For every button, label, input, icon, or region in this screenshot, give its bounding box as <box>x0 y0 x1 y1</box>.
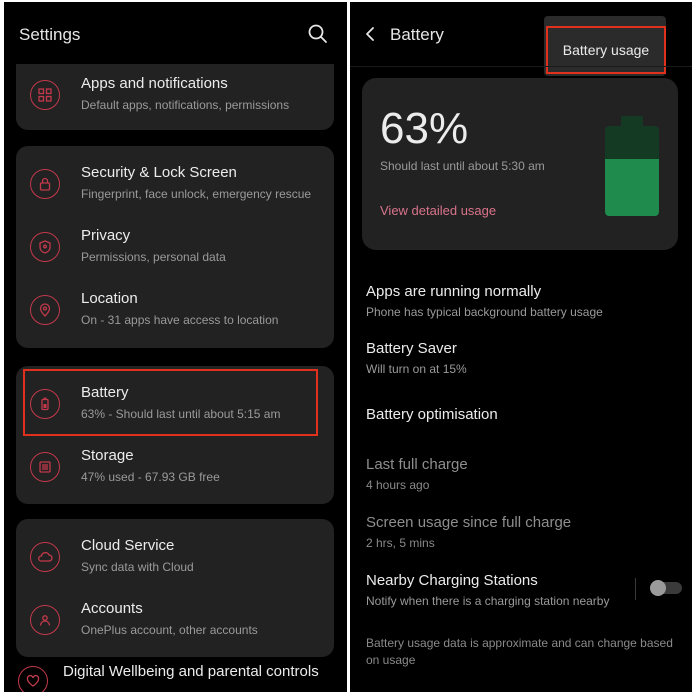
settings-item-privacy[interactable]: Privacy Permissions, personal data <box>16 218 334 280</box>
settings-item-storage[interactable]: Storage 47% used - 67.93 GB free <box>16 438 334 500</box>
item-subtitle: 2 hrs, 5 mins <box>366 536 435 550</box>
settings-panel: Settings Apps and notifications Default … <box>4 2 347 692</box>
item-label: Nearby Charging Stations <box>366 572 538 589</box>
battery-body <box>605 126 659 216</box>
settings-item-apps[interactable]: Apps and notifications Default apps, not… <box>16 66 334 128</box>
item-label: Accounts <box>81 600 143 617</box>
battery-saver-item[interactable]: Battery Saver Will turn on at 15% <box>366 340 467 376</box>
nearby-charging-toggle[interactable] <box>650 580 682 596</box>
divider <box>350 66 692 67</box>
battery-status-card: 63% Should last until about 5:30 am View… <box>362 78 678 250</box>
item-subtitle: OnePlus account, other accounts <box>81 623 258 637</box>
battery-optimisation-item[interactable]: Battery optimisation <box>366 406 498 423</box>
wellbeing-icon <box>18 666 48 692</box>
item-subtitle: Notify when there is a charging station … <box>366 594 610 608</box>
account-icon <box>30 605 60 635</box>
cloud-icon <box>30 542 60 572</box>
item-subtitle: Default apps, notifications, permissions <box>81 98 290 112</box>
battery-estimate: Should last until about 5:30 am <box>380 159 545 173</box>
item-label: Battery Saver <box>366 340 457 357</box>
settings-card: Security & Lock Screen Fingerprint, face… <box>16 146 334 348</box>
nearby-charging-item[interactable]: Nearby Charging Stations Notify when the… <box>366 572 609 608</box>
storage-icon <box>30 452 60 482</box>
battery-graphic <box>605 116 659 216</box>
item-subtitle: On - 31 apps have access to location <box>81 313 279 327</box>
last-full-charge-item: Last full charge 4 hours ago <box>366 456 468 492</box>
battery-highlight-box <box>23 369 318 436</box>
page-title: Battery <box>390 25 444 44</box>
item-label: Screen usage since full charge <box>366 514 572 531</box>
settings-item-wellbeing[interactable]: Digital Wellbeing and parental controls <box>63 663 319 680</box>
battery-cap <box>621 116 643 126</box>
apps-running-item[interactable]: Apps are running normally Phone has typi… <box>366 283 603 319</box>
toggle-divider <box>635 578 636 600</box>
footer-note: Battery usage data is approximate and ca… <box>366 636 673 667</box>
menu-item-label: Battery usage <box>562 42 650 58</box>
search-icon[interactable] <box>308 24 328 49</box>
settings-item-accounts[interactable]: Accounts OnePlus account, other accounts <box>16 591 334 653</box>
screen-usage-item: Screen usage since full charge 2 hrs, 5 … <box>366 514 571 550</box>
page-title: Settings <box>19 25 81 44</box>
battery-percentage: 63% <box>380 104 469 153</box>
item-subtitle: Sync data with Cloud <box>81 560 194 574</box>
item-subtitle: Fingerprint, face unlock, emergency resc… <box>81 187 312 201</box>
toggle-knob <box>650 580 666 596</box>
back-arrow-icon[interactable] <box>364 26 376 47</box>
item-label: Cloud Service <box>81 537 175 554</box>
item-label: Battery optimisation <box>366 406 498 423</box>
item-label: Privacy <box>81 227 131 244</box>
battery-fill <box>605 159 659 216</box>
item-label: Last full charge <box>366 456 468 473</box>
item-subtitle: Will turn on at 15% <box>366 362 467 376</box>
item-label: Security & Lock Screen <box>81 164 237 181</box>
battery-panel: Battery Battery usage 63% Should last un… <box>350 2 692 692</box>
item-subtitle: Permissions, personal data <box>81 250 226 264</box>
shield-icon <box>30 232 60 262</box>
item-label: Apps and notifications <box>81 75 228 92</box>
lock-icon <box>30 169 60 199</box>
item-subtitle: Phone has typical background battery usa… <box>366 305 603 319</box>
apps-grid-icon <box>30 80 60 110</box>
settings-card: Apps and notifications Default apps, not… <box>16 64 334 130</box>
settings-item-location[interactable]: Location On - 31 apps have access to loc… <box>16 281 334 343</box>
item-label: Apps are running normally <box>366 283 542 300</box>
settings-item-cloud[interactable]: Cloud Service Sync data with Cloud <box>16 528 334 590</box>
view-detailed-usage-link[interactable]: View detailed usage <box>380 203 496 218</box>
item-label: Storage <box>81 447 134 464</box>
item-label: Location <box>81 290 138 307</box>
item-subtitle: 47% used - 67.93 GB free <box>81 470 220 484</box>
settings-card: Cloud Service Sync data with Cloud Accou… <box>16 519 334 657</box>
settings-item-security[interactable]: Security & Lock Screen Fingerprint, face… <box>16 155 334 217</box>
location-pin-icon <box>30 295 60 325</box>
item-subtitle: 4 hours ago <box>366 478 430 492</box>
